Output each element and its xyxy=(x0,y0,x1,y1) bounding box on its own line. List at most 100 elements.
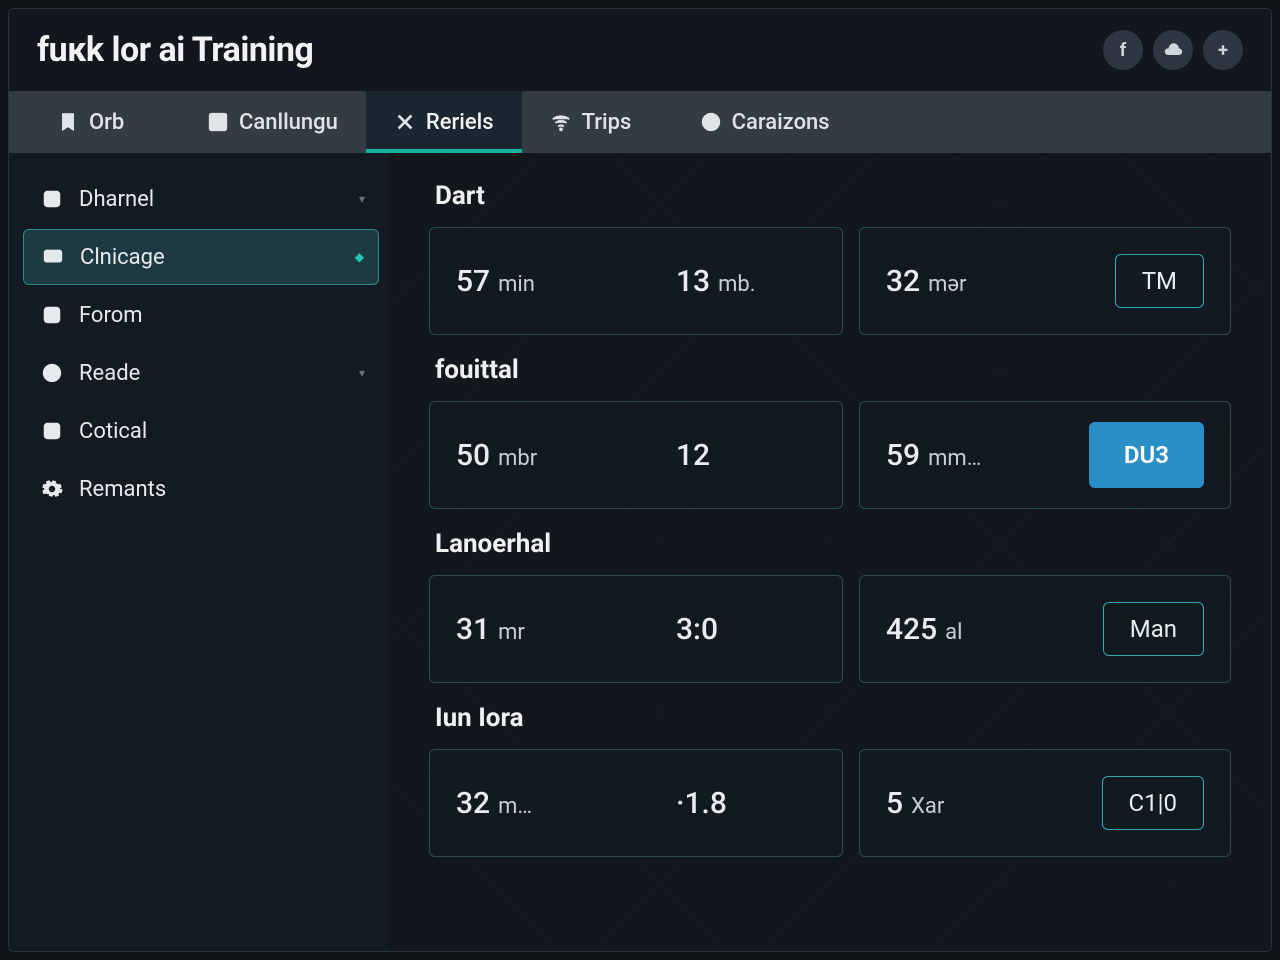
app-title: fuкk lor аi Training xyxy=(37,30,313,70)
metric-section: Dart 57 mіn 13 mb. 32 mər TM xyxy=(429,181,1231,335)
metric-card: 31 mr 3:0 xyxy=(429,575,843,683)
tab-canllungu[interactable]: Canllungu xyxy=(179,91,366,153)
metric-row: 31 mr 3:0 425 al Man xyxy=(429,575,1231,683)
bookmark-icon xyxy=(57,111,79,133)
metric-value: 12 xyxy=(676,438,710,473)
metric-card: 32 mər TM xyxy=(859,227,1231,335)
sidebar-item-forom[interactable]: Forom xyxy=(23,287,379,343)
tab-orb[interactable]: Orb xyxy=(29,91,179,153)
metric-value: 57 xyxy=(456,264,490,299)
sidebar-item-label: Clnicage xyxy=(80,245,165,270)
tab-trips[interactable]: Trips xyxy=(522,91,672,153)
metric: 425 al xyxy=(886,612,1026,647)
metric-value: 31 xyxy=(456,612,490,647)
section-title: fouittal xyxy=(435,355,1231,385)
app-window: fuкk lor аi Training f + Orb Canllungu R… xyxy=(8,8,1272,952)
gear-icon xyxy=(41,478,63,500)
checkbox-icon xyxy=(41,304,63,326)
info-icon xyxy=(41,362,63,384)
tab-label: Trips xyxy=(582,110,632,135)
tab-label: Caraizons xyxy=(732,110,830,135)
metric-unit: Xar xyxy=(911,794,944,819)
metric: 59 mm… xyxy=(886,438,1026,473)
action-badge[interactable]: C1|0 xyxy=(1102,776,1204,830)
metric: 12 xyxy=(676,438,816,473)
chevron-down-icon: ▾ xyxy=(359,192,365,206)
close-icon xyxy=(394,111,416,133)
tab-label: Reriels xyxy=(426,110,494,135)
square-dot-icon xyxy=(41,188,63,210)
metric-section: Lanoerhal 31 mr 3:0 425 al Man xyxy=(429,529,1231,683)
tab-label: Orb xyxy=(89,110,124,135)
section-title: Lanoerhal xyxy=(435,529,1231,559)
diamond-icon: ◆ xyxy=(355,250,364,264)
metric-unit: mr xyxy=(498,620,525,645)
metric: 50 mbr xyxy=(456,438,596,473)
metric-unit: m… xyxy=(498,794,532,819)
header-actions: f + xyxy=(1103,30,1243,70)
metric-value: 59 xyxy=(886,438,920,473)
sidebar-item-label: Cotical xyxy=(79,419,147,444)
metric-card: 425 al Man xyxy=(859,575,1231,683)
action-badge[interactable]: Man xyxy=(1103,602,1204,656)
metric-value: 32 xyxy=(456,786,490,821)
action-badge[interactable]: DU3 xyxy=(1089,422,1204,488)
metric-unit: mər xyxy=(928,272,966,297)
layout-icon xyxy=(41,420,63,442)
metric: 31 mr xyxy=(456,612,596,647)
monitor-icon xyxy=(42,246,64,268)
section-title: Iun Iora xyxy=(435,703,1231,733)
metric-row: 32 m… ·1.8 5 Xar C1|0 xyxy=(429,749,1231,857)
metric-section: fouittal 50 mbr 12 59 mm… DU3 xyxy=(429,355,1231,509)
wifi-icon xyxy=(550,111,572,133)
metric-unit: mіn xyxy=(498,272,535,297)
sidebar-item-dharnel[interactable]: Dharnel ▾ xyxy=(23,171,379,227)
target-icon xyxy=(700,111,722,133)
metric-value: 50 xyxy=(456,438,490,473)
action-badge[interactable]: TM xyxy=(1115,254,1204,308)
app-header: fuкk lor аi Training f + xyxy=(9,9,1271,91)
metric-card: 59 mm… DU3 xyxy=(859,401,1231,509)
section-title: Dart xyxy=(435,181,1231,211)
metric: 13 mb. xyxy=(676,264,816,299)
metric-value: 13 xyxy=(676,264,710,299)
sidebar-item-label: Reade xyxy=(79,361,140,386)
sidebar-item-cotical[interactable]: Cotical xyxy=(23,403,379,459)
metric-value: 425 xyxy=(886,612,937,647)
metric-unit: mm… xyxy=(928,446,981,471)
sidebar-item-remants[interactable]: Remants xyxy=(23,461,379,517)
sidebar-item-label: Dharnel xyxy=(79,187,154,212)
app-body: Dharnel ▾ Clnicage ◆ Forom Reade ▾ Cotic… xyxy=(9,153,1271,951)
metric-value: ·1.8 xyxy=(676,786,727,821)
metric-unit: mbr xyxy=(498,446,537,471)
tab-bar: Orb Canllungu Reriels Trips Caraizons xyxy=(9,91,1271,153)
metric: 57 mіn xyxy=(456,264,596,299)
metric-card: 5 Xar C1|0 xyxy=(859,749,1231,857)
metric-value: 32 xyxy=(886,264,920,299)
sidebar-item-reade[interactable]: Reade ▾ xyxy=(23,345,379,401)
metric-unit: mb. xyxy=(718,272,755,297)
metric: 3:0 xyxy=(676,612,816,647)
metric: 32 m… xyxy=(456,786,596,821)
sidebar-item-label: Remants xyxy=(79,477,166,502)
metric-value: 5 xyxy=(886,786,903,821)
main-content: Dart 57 mіn 13 mb. 32 mər TM fouittal 50 mbr 12 59 mm… xyxy=(389,153,1271,951)
sidebar: Dharnel ▾ Clnicage ◆ Forom Reade ▾ Cotic… xyxy=(9,153,389,951)
metric-card: 32 m… ·1.8 xyxy=(429,749,843,857)
chevron-down-icon: ▾ xyxy=(359,366,365,380)
grid-icon xyxy=(207,111,229,133)
plus-icon[interactable]: + xyxy=(1203,30,1243,70)
metric-unit: al xyxy=(945,620,962,645)
metric-row: 50 mbr 12 59 mm… DU3 xyxy=(429,401,1231,509)
sidebar-item-clnicage[interactable]: Clnicage ◆ xyxy=(23,229,379,285)
facebook-icon[interactable]: f xyxy=(1103,30,1143,70)
cloud-icon[interactable] xyxy=(1153,30,1193,70)
tab-reriels[interactable]: Reriels xyxy=(366,91,522,153)
metric: ·1.8 xyxy=(676,786,816,821)
metric: 5 Xar xyxy=(886,786,1026,821)
metric-card: 50 mbr 12 xyxy=(429,401,843,509)
tab-label: Canllungu xyxy=(239,110,338,135)
tab-caraizons[interactable]: Caraizons xyxy=(672,91,858,153)
metric-row: 57 mіn 13 mb. 32 mər TM xyxy=(429,227,1231,335)
sidebar-item-label: Forom xyxy=(79,303,143,328)
